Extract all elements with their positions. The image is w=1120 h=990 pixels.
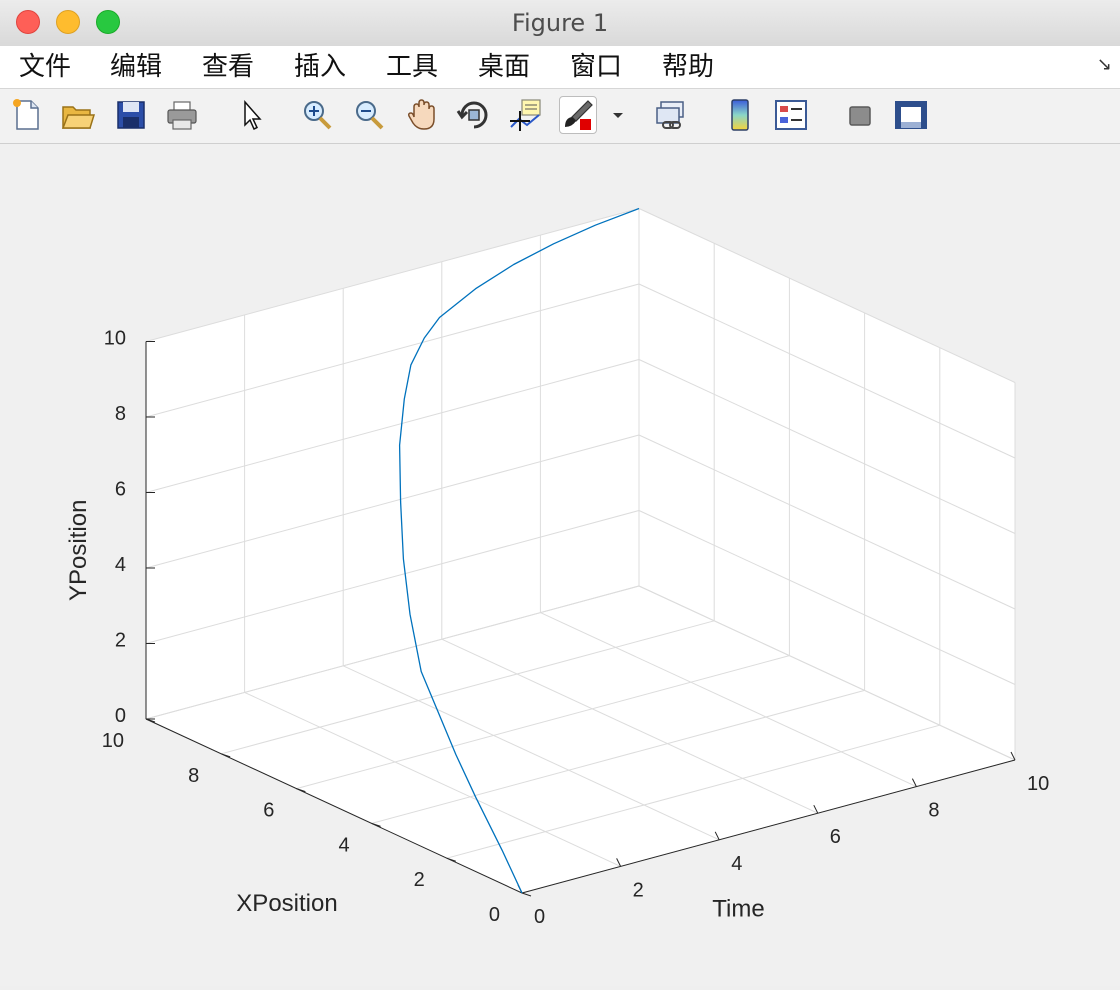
z-axis-label: YPosition	[65, 500, 92, 601]
menu-file[interactable]: 文件	[19, 50, 71, 84]
menu-bar: 文件 编辑 查看 插入 工具 桌面 窗口 帮助 ↘	[0, 46, 1120, 89]
ztick-label: 0	[115, 705, 126, 727]
ztick-label: 8	[115, 403, 126, 425]
menu-edit[interactable]: 编辑	[110, 50, 162, 84]
ztick-label: 6	[115, 479, 126, 501]
dropdown-arrow-icon[interactable]	[608, 97, 628, 133]
menu-window[interactable]: 窗口	[570, 50, 622, 84]
menu-insert[interactable]: 插入	[294, 50, 346, 84]
x-axis-label: Time	[712, 896, 764, 923]
ytick-label: 0	[489, 904, 500, 926]
show-plot-tools-icon[interactable]	[893, 97, 929, 133]
hide-plot-tools-icon[interactable]	[842, 97, 878, 133]
menu-view[interactable]: 查看	[202, 50, 254, 84]
open-file-icon[interactable]	[60, 97, 96, 133]
ytick-label: 4	[338, 834, 349, 856]
ztick-label: 4	[115, 554, 126, 576]
figure-window: Figure 1 文件 编辑 查看 插入 工具 桌面 窗口 帮助 ↘ 0 2 4…	[0, 0, 1120, 986]
brush-icon[interactable]	[559, 96, 597, 134]
menu-tools[interactable]: 工具	[386, 50, 438, 84]
ytick-label: 2	[414, 869, 425, 891]
ytick-label: 8	[188, 765, 199, 787]
new-figure-icon[interactable]	[9, 97, 45, 133]
xtick-label: 6	[830, 826, 841, 848]
zoom-in-icon[interactable]	[300, 97, 336, 133]
xtick-label: 10	[1027, 773, 1049, 795]
ytick-label: 6	[263, 800, 274, 822]
title-bar[interactable]: Figure 1	[0, 0, 1120, 47]
pan-hand-icon[interactable]	[404, 97, 440, 133]
legend-icon[interactable]	[773, 97, 809, 133]
y-axis-label: XPosition	[236, 890, 337, 917]
rotate-3d-icon[interactable]	[456, 97, 492, 133]
xtick-label: 2	[633, 879, 644, 901]
axes-panes	[146, 208, 1015, 893]
data-cursor-icon[interactable]	[507, 97, 543, 133]
link-plot-icon[interactable]	[653, 97, 689, 133]
window-title: Figure 1	[511, 9, 609, 37]
colorbar-icon[interactable]	[722, 97, 758, 133]
ytick-label: 10	[102, 730, 124, 752]
menu-help[interactable]: 帮助	[662, 50, 714, 84]
plot-3d[interactable]: 0 2 4 6 8 10 0 2 4 6 8 10 0 2 4 6 8 10 T…	[0, 144, 1120, 986]
menu-overflow-icon[interactable]: ↘	[1097, 54, 1112, 75]
save-icon[interactable]	[113, 97, 149, 133]
xtick-label: 4	[731, 853, 742, 875]
xtick-label: 0	[534, 906, 545, 928]
xposition-tick-mark	[521, 892, 532, 897]
zoom-out-icon[interactable]	[352, 97, 388, 133]
pointer-icon[interactable]	[235, 97, 271, 133]
ztick-label: 2	[115, 630, 126, 652]
xtick-label: 8	[928, 800, 939, 822]
ztick-label: 10	[104, 328, 126, 350]
print-icon[interactable]	[164, 97, 200, 133]
menu-desktop[interactable]: 桌面	[478, 50, 530, 84]
figure-toolbar	[0, 89, 1120, 144]
figure-canvas[interactable]: 0 2 4 6 8 10 0 2 4 6 8 10 0 2 4 6 8 10 T…	[0, 144, 1120, 986]
